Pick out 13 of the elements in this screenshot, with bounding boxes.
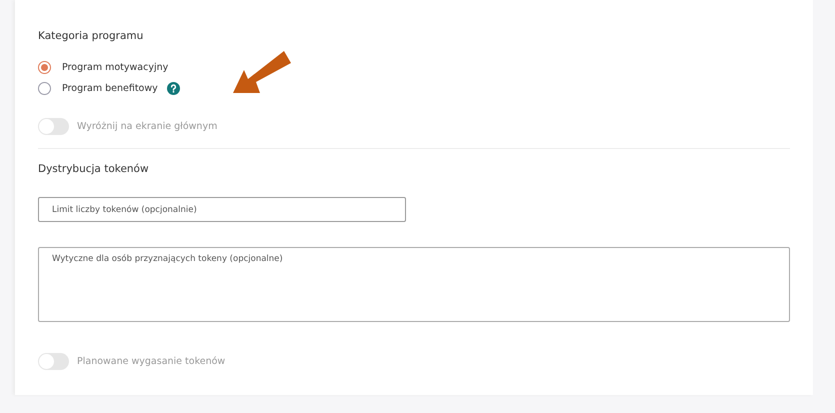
section-title: Kategoria programu xyxy=(38,30,144,42)
input-field[interactable]: Limit liczby tokenów (opcjonalnie) xyxy=(38,197,406,222)
toggle-label: Planowane wygasanie tokenów xyxy=(77,356,226,367)
help-icon[interactable] xyxy=(166,82,180,94)
radio-label: Program motywacyjny xyxy=(62,62,168,72)
toggle-switch[interactable] xyxy=(38,353,69,370)
toggle-switch[interactable] xyxy=(38,118,69,135)
radio-button[interactable] xyxy=(38,82,51,94)
toggle-label: Wyróżnij na ekranie głównym xyxy=(77,121,218,132)
text-area[interactable]: Wytyczne dla osób przyznających tokeny (opcjonalne) xyxy=(38,247,790,322)
section-title: Dystrybucja tokenów xyxy=(38,163,150,175)
radio-button[interactable] xyxy=(38,60,51,74)
radio-label: Program benefitowy xyxy=(62,82,158,94)
